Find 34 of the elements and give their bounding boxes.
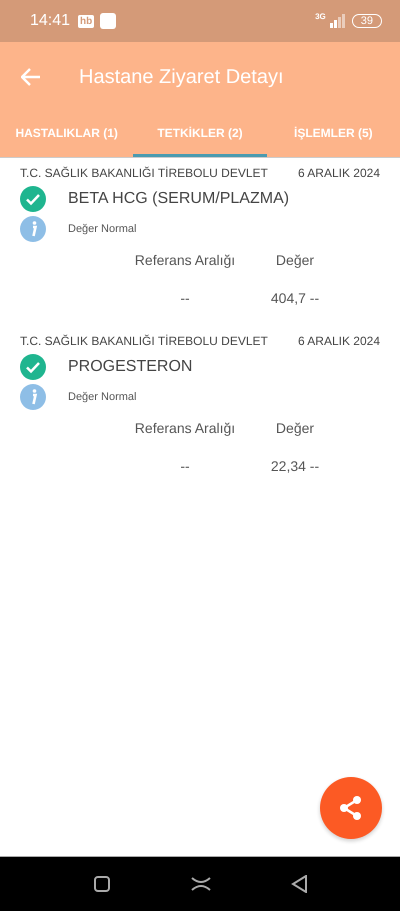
battery-indicator: 39 [352,14,382,28]
column-header: Değer [274,420,316,436]
tab[interactable]: TETKİKLER (2) [133,112,267,157]
tab[interactable]: İŞLEMLER (5) [266,112,400,157]
info-icon [20,384,46,410]
test-name: BETA HCG (SERUM/PLAZMA) [68,190,290,208]
info-icon [20,216,46,242]
status-time: 14:41 [30,12,70,30]
test-name: PROGESTERON [68,358,192,376]
result-value: 404,7 -- [270,290,320,306]
tab[interactable]: HASTALIKLAR (1) [0,112,134,157]
home-icon[interactable] [191,877,211,891]
reference-range: -- [179,290,191,306]
app-badge: hb [78,14,94,28]
result-note: Değer Normal [68,223,136,235]
test-date: 6 ARALIK 2024 [298,166,380,180]
screen-title: Hastane Ziyaret Detayı [79,66,284,88]
column-header: Değer [274,252,316,268]
reference-range: -- [179,458,191,474]
share-button[interactable] [320,777,382,839]
result-note: Değer Normal [68,391,136,403]
hospital-name: T.C. SAĞLIK BAKANLIĞI TİREBOLU DEVLET [20,166,268,180]
column-header: Referans Aralığı [134,420,236,436]
notification-icon [100,13,116,29]
test-date: 6 ARALIK 2024 [298,334,380,348]
recents-icon[interactable] [93,875,111,893]
hospital-name: T.C. SAĞLIK BAKANLIĞI TİREBOLU DEVLET [20,334,268,348]
result-value: 22,34 -- [270,458,320,474]
check-icon [20,186,46,212]
network-label: 3G [315,12,326,21]
signal-icon [330,14,346,28]
column-header: Referans Aralığı [134,252,236,268]
back-icon[interactable] [291,875,307,893]
check-icon [20,354,46,380]
